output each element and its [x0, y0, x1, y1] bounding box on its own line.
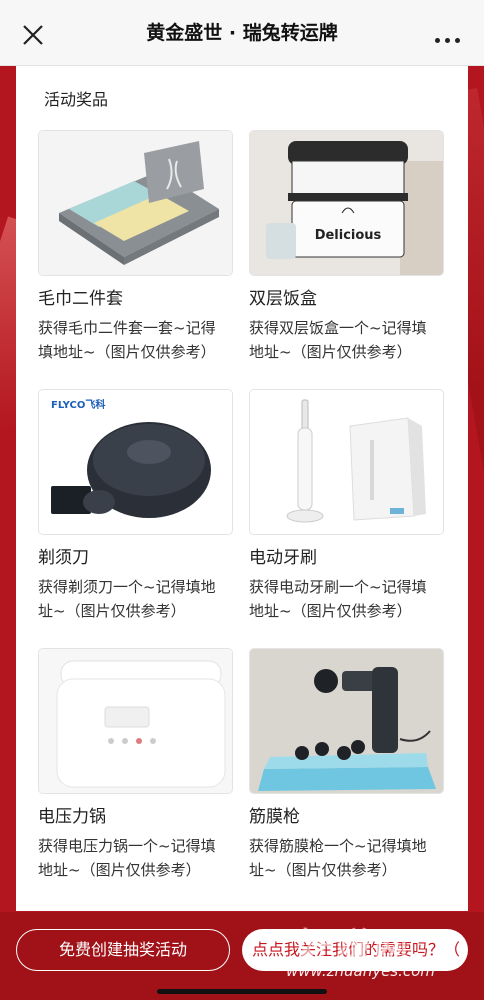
svg-text:Delicious: Delicious	[315, 228, 382, 243]
prize-card-towel[interactable]: 毛巾二件套 获得毛巾二件套一套~记得 填地址~（图片仅供参考）	[38, 130, 233, 364]
prize-name: 毛巾二件套	[38, 289, 123, 309]
lunch-box-image: Delicious	[249, 130, 444, 276]
prize-desc: 获得剃须刀一个~记得填地 址~（图片仅供参考）	[38, 578, 216, 620]
home-indicator	[157, 989, 327, 994]
page-title: 黄金盛世 · 瑞兔转运牌	[146, 22, 338, 44]
section-title: 活动奖品	[38, 86, 115, 114]
prize-card-lunchbox[interactable]: Delicious 双层饭盒 获得双层饭盒一个~记得填 地址~（图片仅供参考）	[249, 130, 444, 364]
prize-name: 双层饭盒	[249, 289, 317, 309]
svg-text:FLYCO飞科: FLYCO飞科	[51, 398, 105, 411]
shaver-image: FLYCO飞科	[38, 389, 233, 535]
create-lottery-button[interactable]: 免费创建抽奖活动	[16, 929, 230, 971]
toothbrush-image	[249, 389, 444, 535]
prize-name: 筋膜枪	[249, 807, 300, 827]
prize-desc: 获得电动牙刷一个~记得填 地址~（图片仅供参考）	[249, 578, 427, 620]
close-icon[interactable]	[22, 24, 44, 46]
prize-card-shaver[interactable]: FLYCO飞科 剃须刀 获得剃须刀一个~记得填地 址~（图片仅供参考）	[38, 389, 233, 623]
towel-set-image	[38, 130, 233, 276]
prize-panel: 活动奖品 毛巾二件套 获得毛巾二件套一套~记得 填地址~（图片仅供参考） Del…	[16, 66, 468, 911]
prize-name: 电动牙刷	[249, 548, 317, 568]
prize-desc: 获得电压力锅一个~记得填 地址~（图片仅供参考）	[38, 837, 216, 879]
more-icon[interactable]	[435, 38, 460, 43]
prize-name: 剃须刀	[38, 548, 89, 568]
follow-button[interactable]: 点点我关注我们的需要吗？（	[242, 929, 468, 971]
prize-card-cooker[interactable]: 电压力锅 获得电压力锅一个~记得填 地址~（图片仅供参考）	[38, 648, 233, 882]
prize-desc: 获得双层饭盒一个~记得填 地址~（图片仅供参考）	[249, 319, 427, 361]
prize-desc: 获得筋膜枪一个~记得填地 址~（图片仅供参考）	[249, 837, 427, 879]
pressure-cooker-image	[38, 648, 233, 794]
nav-bar: 黄金盛世 · 瑞兔转运牌	[0, 0, 484, 66]
prize-name: 电压力锅	[38, 807, 106, 827]
prize-desc: 获得毛巾二件套一套~记得 填地址~（图片仅供参考）	[38, 319, 216, 361]
prize-card-toothbrush[interactable]: 电动牙刷 获得电动牙刷一个~记得填 地址~（图片仅供参考）	[249, 389, 444, 623]
prize-card-massage-gun[interactable]: 筋膜枪 获得筋膜枪一个~记得填地 址~（图片仅供参考）	[249, 648, 444, 882]
massage-gun-image	[249, 648, 444, 794]
